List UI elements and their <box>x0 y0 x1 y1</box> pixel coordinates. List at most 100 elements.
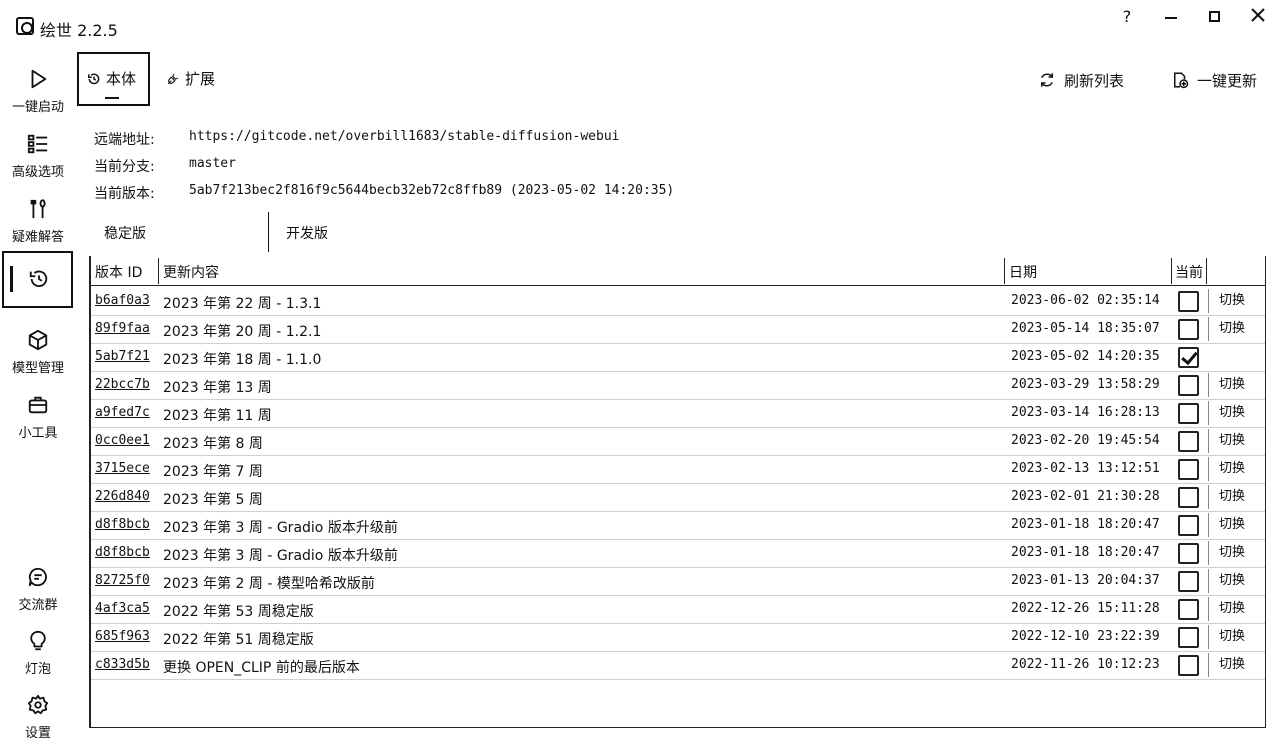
sidebar-item-label: 一键启动 <box>11 100 64 115</box>
header-content[interactable]: 更新内容 <box>163 262 219 282</box>
sidebar-item-label: 灯泡 <box>24 662 51 677</box>
sidebar-item-label: 疑难解答 <box>11 230 64 245</box>
commit-date: 2023-05-14 18:35:07 <box>1011 321 1160 336</box>
sidebar-item-community[interactable]: 交流群 <box>0 562 76 622</box>
version-id-link[interactable]: 22bcc7b <box>95 377 150 392</box>
version-id-link[interactable]: 3715ece <box>95 461 150 476</box>
current-checkbox[interactable] <box>1178 543 1199 564</box>
version-id-link[interactable]: d8f8bcb <box>95 517 150 532</box>
version-id-link[interactable]: 5ab7f21 <box>95 349 150 364</box>
current-checkbox[interactable] <box>1178 375 1199 396</box>
update-content: 2022 年第 53 周稳定版 <box>163 604 314 620</box>
update-content: 2023 年第 11 周 <box>163 408 272 424</box>
version-table: 版本 ID 更新内容 日期 当前 b6af0a3 2023 年第 22 周 - 1… <box>89 256 1266 728</box>
version-id-link[interactable]: 226d840 <box>95 489 150 504</box>
current-checkbox[interactable] <box>1178 291 1199 312</box>
active-indicator <box>10 266 13 292</box>
switch-button[interactable]: 切换 <box>1208 373 1250 397</box>
current-checkbox[interactable] <box>1178 487 1199 508</box>
switch-button[interactable]: 切换 <box>1208 289 1250 313</box>
commit-date: 2023-02-20 19:45:54 <box>1011 433 1160 448</box>
update-content: 更换 OPEN_CLIP 前的最后版本 <box>163 660 360 676</box>
history-icon <box>29 270 48 288</box>
header-current[interactable]: 当前 <box>1175 262 1203 282</box>
table-row: a9fed7c 2023 年第 11 周 2023-03-14 16:28:13 切换 <box>91 400 1265 428</box>
maximize-button[interactable] <box>1199 6 1229 28</box>
refresh-list-button[interactable]: 刷新列表 <box>1038 70 1124 91</box>
current-checkbox[interactable] <box>1178 571 1199 592</box>
switch-button[interactable]: 切换 <box>1208 569 1250 593</box>
sidebar: 一键启动 高级选项 疑难解答 模型管理 小工具 交流群 灯泡 设置 <box>0 50 76 750</box>
update-content: 2023 年第 3 周 - Gradio 版本升级前 <box>163 520 398 536</box>
play-icon <box>31 69 47 89</box>
header-version-id[interactable]: 版本 ID <box>95 262 142 282</box>
sidebar-item-settings[interactable]: 设置 <box>0 690 76 750</box>
sidebar-item-launch[interactable]: 一键启动 <box>0 64 76 124</box>
current-checkbox[interactable] <box>1178 319 1199 340</box>
switch-button[interactable]: 切换 <box>1208 401 1250 425</box>
version-id-link[interactable]: 685f963 <box>95 629 150 644</box>
branch-value: master <box>189 156 236 171</box>
version-id-link[interactable]: d8f8bcb <box>95 545 150 560</box>
version-id-link[interactable]: 82725f0 <box>95 573 150 588</box>
minimize-button[interactable] <box>1156 6 1186 28</box>
switch-button[interactable]: 切换 <box>1208 625 1250 649</box>
commit-date: 2023-02-13 13:12:51 <box>1011 461 1160 476</box>
minimize-icon <box>1165 16 1177 19</box>
subtab-dev[interactable]: 开发版 <box>286 218 328 250</box>
commit-date: 2023-01-18 18:20:47 <box>1011 517 1160 532</box>
current-checkbox[interactable] <box>1178 403 1199 424</box>
current-checkbox[interactable] <box>1178 347 1199 368</box>
table-header: 版本 ID 更新内容 日期 当前 <box>91 256 1265 286</box>
cube-icon <box>28 329 48 351</box>
subtab-stable[interactable]: 稳定版 <box>104 218 146 250</box>
close-button[interactable] <box>1243 6 1273 28</box>
table-row: 89f9faa 2023 年第 20 周 - 1.2.1 2023-05-14 18… <box>91 316 1265 344</box>
switch-button[interactable]: 切换 <box>1208 317 1250 341</box>
current-checkbox[interactable] <box>1178 431 1199 452</box>
update-icon <box>1174 72 1189 89</box>
version-id-link[interactable]: 89f9faa <box>95 321 150 336</box>
sidebar-item-advanced[interactable]: 高级选项 <box>0 129 76 189</box>
sidebar-item-version[interactable] <box>2 251 73 308</box>
table-row: 685f963 2022 年第 51 周稳定版 2022-12-10 23:22:3… <box>91 624 1265 652</box>
current-checkbox[interactable] <box>1178 627 1199 648</box>
switch-button[interactable]: 切换 <box>1208 429 1250 453</box>
version-id-link[interactable]: a9fed7c <box>95 405 150 420</box>
table-row: 226d840 2023 年第 5 周 2023-02-01 21:30:28 切换 <box>91 484 1265 512</box>
table-row: 3715ece 2023 年第 7 周 2023-02-13 13:12:51 切换 <box>91 456 1265 484</box>
sidebar-item-models[interactable]: 模型管理 <box>0 325 76 385</box>
sidebar-item-label: 交流群 <box>18 598 58 613</box>
header-date[interactable]: 日期 <box>1009 262 1037 282</box>
sidebar-item-bulb[interactable]: 灯泡 <box>0 626 76 686</box>
version-id-link[interactable]: c833d5b <box>95 657 150 672</box>
switch-button[interactable]: 切换 <box>1208 653 1250 677</box>
refresh-list-label: 刷新列表 <box>1064 72 1125 90</box>
switch-button[interactable]: 切换 <box>1208 513 1250 537</box>
switch-button[interactable]: 切换 <box>1208 597 1250 621</box>
help-button[interactable]: ? <box>1112 6 1142 28</box>
sidebar-item-label: 小工具 <box>18 426 58 441</box>
current-checkbox[interactable] <box>1178 655 1199 676</box>
version-label: 当前版本: <box>94 186 155 202</box>
switch-button[interactable]: 切换 <box>1208 457 1250 481</box>
current-checkbox[interactable] <box>1178 459 1199 480</box>
sidebar-item-troubleshoot[interactable]: 疑难解答 <box>0 194 76 254</box>
current-checkbox[interactable] <box>1178 515 1199 536</box>
table-row: 4af3ca5 2022 年第 53 周稳定版 2022-12-26 15:11:2… <box>91 596 1265 624</box>
version-id-link[interactable]: b6af0a3 <box>95 293 150 308</box>
update-content: 2023 年第 7 周 <box>163 464 263 480</box>
version-id-link[interactable]: 4af3ca5 <box>95 601 150 616</box>
commit-date: 2023-03-29 13:58:29 <box>1011 377 1160 392</box>
table-row: 22bcc7b 2023 年第 13 周 2023-03-29 13:58:29 切换 <box>91 372 1265 400</box>
remote-url-value: https://gitcode.net/overbill1683/stable-… <box>189 129 620 144</box>
tab-main[interactable]: 本体 <box>77 52 150 106</box>
version-id-link[interactable]: 0cc0ee1 <box>95 433 150 448</box>
tab-extensions[interactable]: 扩展 <box>158 52 228 106</box>
switch-button[interactable]: 切换 <box>1208 541 1250 565</box>
sidebar-item-tools[interactable]: 小工具 <box>0 390 76 450</box>
one-click-update-button[interactable]: 一键更新 <box>1171 70 1257 91</box>
current-checkbox[interactable] <box>1178 599 1199 620</box>
switch-button[interactable]: 切换 <box>1208 485 1250 509</box>
update-content: 2023 年第 5 周 <box>163 492 263 508</box>
